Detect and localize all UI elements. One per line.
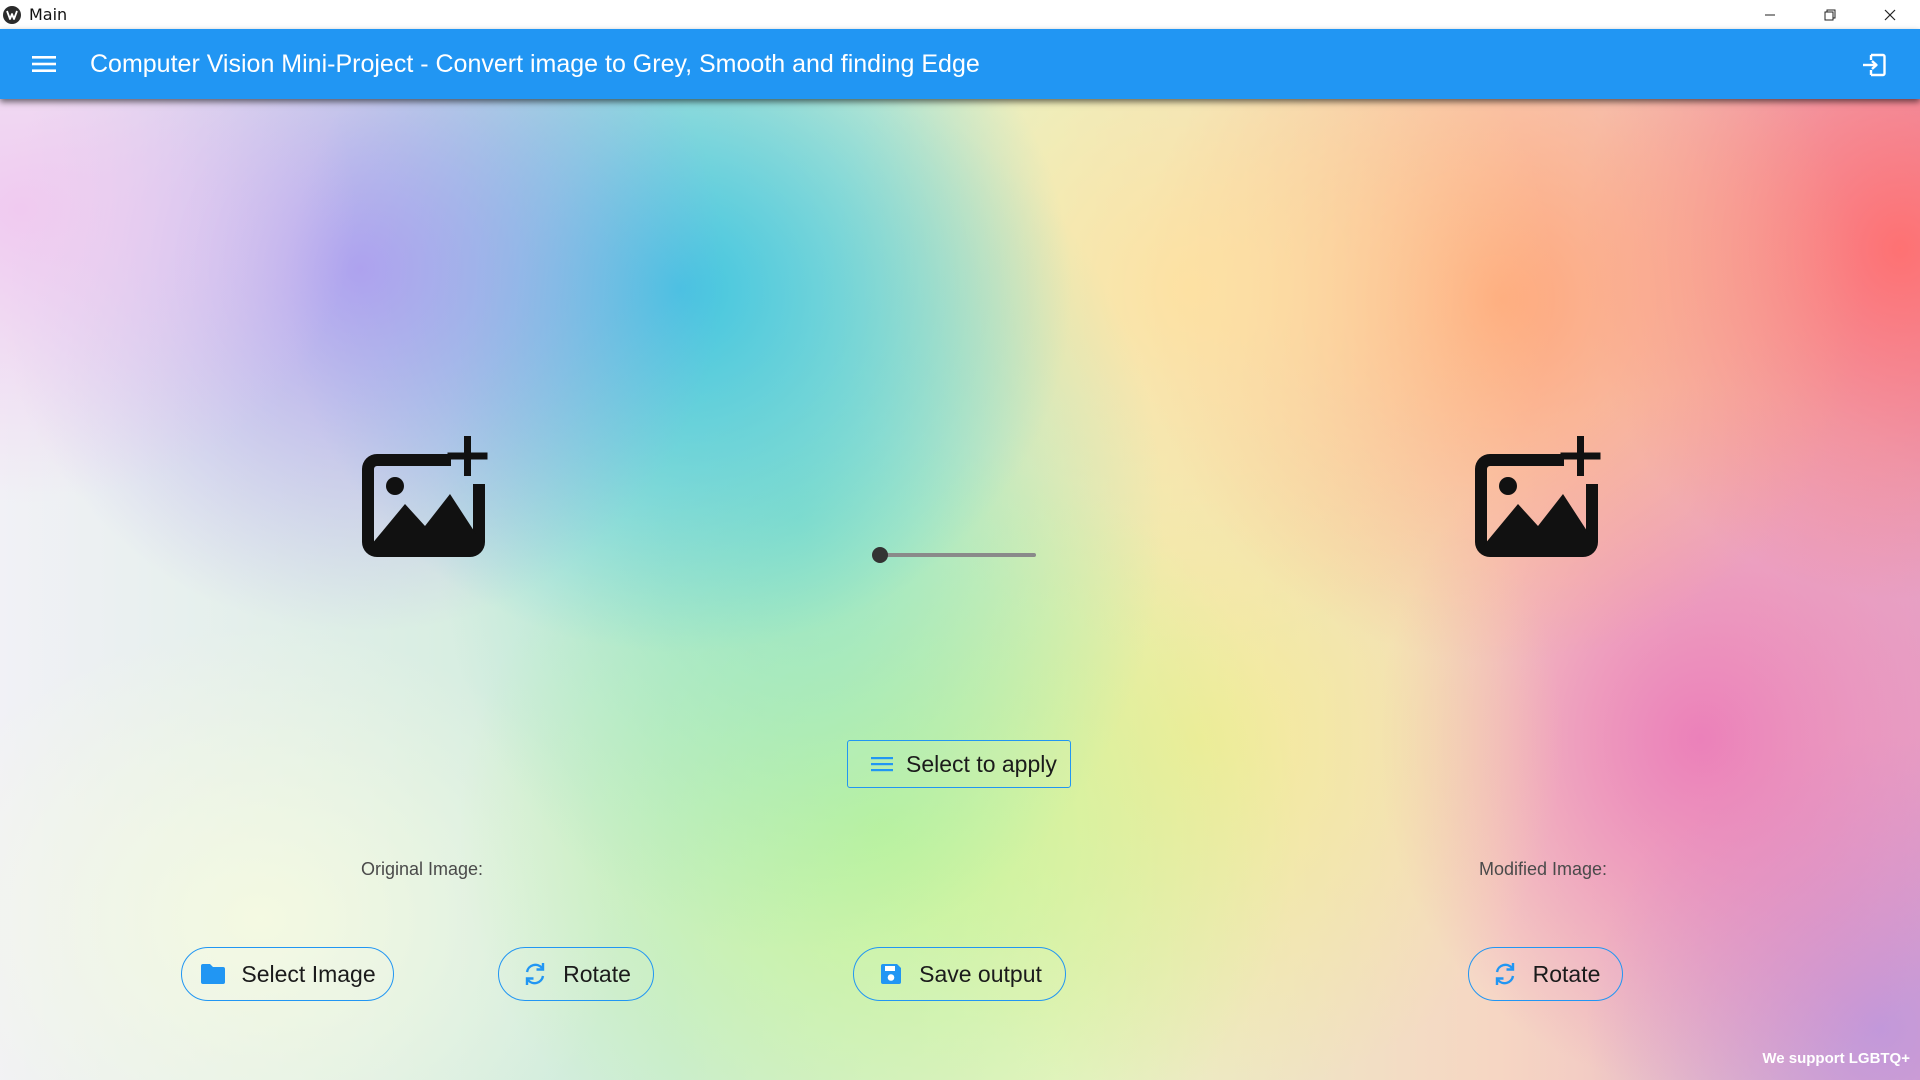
list-icon (870, 752, 894, 776)
logout-button[interactable] (1858, 49, 1890, 81)
support-badge: We support LGBTQ+ (1762, 1050, 1910, 1067)
window-controls (1740, 0, 1920, 29)
main-content: Select to apply Original Image: Modified… (0, 99, 1920, 1080)
apply-operation-select[interactable]: Select to apply (847, 740, 1071, 788)
close-icon (1884, 9, 1896, 20)
save-output-label: Save output (919, 960, 1042, 987)
original-image-view[interactable] (355, 434, 495, 564)
rotate-icon (1491, 960, 1519, 988)
modified-image-view[interactable] (1468, 434, 1608, 564)
menu-icon (32, 56, 56, 72)
slider-track[interactable] (880, 553, 1036, 557)
minimize-button[interactable] (1740, 0, 1800, 29)
app-window: Main Computer Vision Mini-Project - Conv… (0, 0, 1920, 1080)
app-bar: Computer Vision Mini-Project - Convert i… (0, 29, 1920, 99)
original-image-caption: Original Image: (360, 859, 484, 879)
menu-button[interactable] (26, 50, 62, 78)
select-image-button[interactable]: Select Image (181, 947, 394, 1001)
select-image-label: Select Image (241, 960, 376, 987)
apply-operation-label: Select to apply (906, 750, 1057, 777)
modified-image-caption: Modified Image: (1478, 859, 1608, 879)
minimize-icon (1765, 14, 1775, 15)
rotate-original-label: Rotate (563, 960, 631, 987)
window-title: Main (29, 5, 68, 24)
rotate-modified-button[interactable]: Rotate (1468, 947, 1623, 1001)
add-photo-icon (1475, 436, 1601, 557)
page-title: Computer Vision Mini-Project - Convert i… (90, 50, 980, 78)
save-icon (877, 960, 905, 988)
slider-thumb[interactable] (872, 547, 888, 563)
rotate-modified-label: Rotate (1532, 960, 1601, 987)
window-titlebar: Main (0, 0, 1920, 29)
logout-icon (1863, 53, 1886, 77)
folder-icon (199, 960, 227, 988)
app-icon (3, 5, 21, 24)
restore-button[interactable] (1800, 0, 1860, 29)
rotate-original-button[interactable]: Rotate (498, 947, 654, 1001)
rotate-icon (521, 960, 549, 988)
add-photo-icon (362, 436, 488, 557)
close-button[interactable] (1860, 0, 1920, 29)
restore-icon (1824, 9, 1836, 20)
intensity-slider[interactable] (872, 546, 1038, 566)
save-output-button[interactable]: Save output (853, 947, 1066, 1001)
